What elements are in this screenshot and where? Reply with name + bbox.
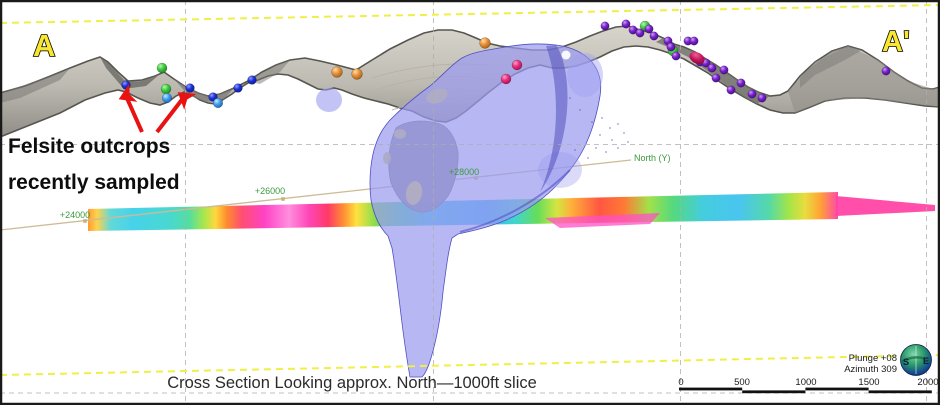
compass-south-letter: S (903, 357, 909, 367)
scale-segment (869, 390, 932, 393)
sample-point-blue (186, 84, 195, 93)
scale-segment (679, 388, 742, 391)
sample-point-purple (882, 67, 890, 75)
felsite-annotation-line1: Felsite outcrops (8, 135, 170, 158)
sample-point-purple (650, 32, 658, 40)
sample-point-blue (234, 84, 243, 93)
sample-point-blue (122, 81, 131, 90)
figure-caption: Cross Section Looking approx. North—1000… (167, 374, 537, 392)
sample-point-purple (727, 86, 735, 94)
sample-point-purple (748, 90, 756, 98)
scale-segment (742, 390, 805, 393)
sample-point-pink (501, 74, 511, 84)
section-label-a: A (33, 28, 55, 63)
sample-point-cyan (162, 93, 172, 103)
section-label-a-prime: A' (882, 26, 910, 58)
coordinate-label: +24000 (60, 210, 90, 220)
sample-point-green (157, 63, 167, 73)
sample-point-purple (622, 20, 630, 28)
sample-point-blue (248, 76, 257, 85)
sample-point-purple (667, 43, 675, 51)
sample-point-pink (512, 60, 522, 70)
compass-globe[interactable]: S E (901, 345, 932, 376)
scale-tick-label: 500 (734, 377, 750, 388)
scale-segment (805, 388, 868, 391)
sample-point-purple (690, 37, 698, 45)
cross-section-figure: +24000 +26000 +28000 North (Y) Felsite out… (0, 0, 940, 405)
plunge-label: Plunge +08 (849, 353, 897, 364)
sample-point-purple (737, 79, 745, 87)
sample-point-orange (480, 38, 491, 49)
sample-point-orange (352, 69, 363, 80)
scale-tick-label: 0 (678, 377, 683, 388)
sample-point-purple (645, 25, 653, 33)
sample-point-cyan (213, 98, 223, 108)
sample-point-purple (708, 64, 716, 72)
coordinate-label: +26000 (255, 186, 285, 196)
scale-tick-label: 1500 (858, 377, 879, 388)
sample-point-orange (332, 67, 343, 78)
axis-tick-dot (281, 197, 285, 201)
section-canvas: +24000 +26000 +28000 North (Y) Felsite out… (0, 0, 940, 405)
north-axis-label: North (Y) (634, 153, 671, 163)
scale-tick-label: 1000 (795, 377, 816, 388)
felsite-annotation-line2: recently sampled (8, 171, 180, 194)
sample-point-purple (672, 52, 680, 60)
coordinate-label: +28000 (449, 167, 479, 177)
sample-point-purple (758, 94, 766, 102)
azimuth-label: Azimuth 309 (844, 364, 897, 375)
sample-point-purple (712, 74, 720, 82)
sample-point-purple (636, 29, 644, 37)
sample-point-purple (720, 66, 728, 74)
scale-tick-label: 2000 (917, 377, 938, 388)
compass-east-letter: E (923, 356, 929, 366)
sample-point-green (161, 84, 171, 94)
sample-point-purple (601, 22, 609, 30)
